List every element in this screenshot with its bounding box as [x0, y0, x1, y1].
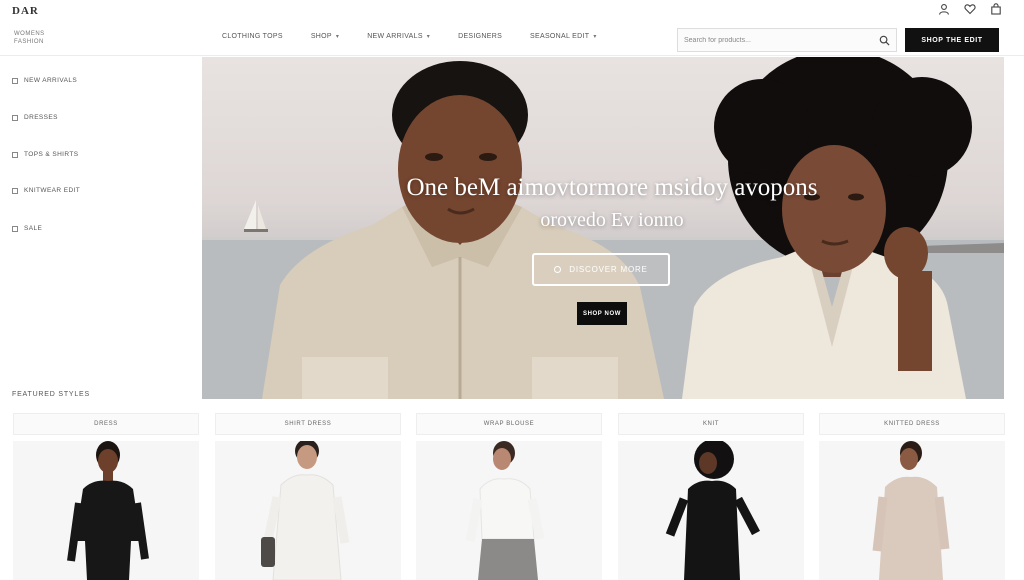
bag-icon[interactable]	[990, 3, 1002, 15]
sidebar-item-dresses[interactable]: DRESSES	[12, 114, 58, 121]
chevron-down-icon: ▾	[426, 34, 431, 40]
shop-now-button[interactable]: SHOP NOW	[577, 302, 627, 325]
category-sidebar: NEW ARRIVALS DRESSES TOPS & SHIRTS KNITW…	[0, 57, 200, 397]
sailboat-shape	[244, 200, 268, 232]
hero-banner: One beM aimovtormore msidoy avopons orov…	[202, 57, 1004, 399]
model-figure	[665, 441, 760, 580]
sidebar-item-label: TOPS & SHIRTS	[24, 151, 79, 158]
brand-tagline: WOMENS FASHION	[14, 31, 45, 45]
nav-label: DESIGNERS	[458, 33, 503, 40]
product-card[interactable]: DRESS	[13, 413, 199, 580]
header-icons	[938, 3, 1002, 15]
checkbox-icon	[12, 114, 18, 121]
search-box	[677, 28, 897, 52]
brand-logo[interactable]: DAR	[12, 5, 39, 17]
nav-shop[interactable]: SHOP ▾	[311, 33, 339, 40]
sidebar-item-label: KNITWEAR EDIT	[24, 187, 81, 194]
hero-headline: One beM aimovtormore msidoy avopons	[406, 174, 818, 201]
discover-more-button[interactable]: DISCOVER MORE	[532, 253, 670, 286]
sidebar-item-label: NEW ARRIVALS	[24, 77, 78, 84]
product-label[interactable]: KNIT	[618, 413, 804, 435]
product-image[interactable]	[416, 441, 602, 580]
nav-designers[interactable]: DESIGNERS	[458, 33, 502, 40]
model-figure	[67, 441, 149, 580]
sidebar-item-knitwear[interactable]: KNITWEAR EDIT	[12, 187, 80, 194]
checkbox-icon	[12, 77, 18, 84]
product-label[interactable]: KNITTED DRESS	[819, 413, 1005, 435]
sidebar-item-sale[interactable]: SALE	[12, 225, 42, 232]
nav-label: SEASONAL EDIT	[530, 33, 590, 40]
chevron-down-icon: ▾	[593, 34, 597, 40]
top-nav: CLOTHING TOPS SHOP ▾ NEW ARRIVALS ▾ DESIGN…	[222, 33, 597, 40]
nav-label: NEW ARRIVALS	[367, 33, 423, 40]
product-image[interactable]	[13, 441, 199, 580]
sidebar-item-label: SALE	[24, 225, 43, 232]
search-input[interactable]	[684, 33, 864, 48]
checkbox-icon	[12, 151, 18, 158]
nav-label: CLOTHING TOPS	[222, 33, 283, 40]
product-label[interactable]: WRAP BLOUSE	[416, 413, 602, 435]
site-header: DAR WOMENS FASHION CLOTHING TOPS SHOP ▾ N…	[0, 0, 1024, 56]
heart-icon[interactable]	[964, 3, 976, 15]
chevron-down-icon: ▾	[335, 34, 340, 40]
user-icon[interactable]	[938, 3, 950, 15]
sidebar-item-new-arrivals[interactable]: NEW ARRIVALS	[12, 77, 77, 84]
nav-new-arrivals[interactable]: NEW ARRIVALS ▾	[367, 33, 430, 40]
sidebar-item-label: DRESSES	[24, 114, 58, 121]
hero-subheadline: orovedo Ev ionno	[540, 209, 684, 231]
product-image[interactable]	[819, 441, 1005, 580]
sidebar-item-tops-shirts[interactable]: TOPS & SHIRTS	[12, 151, 78, 158]
checkbox-icon	[12, 187, 18, 194]
product-card[interactable]: WRAP BLOUSE	[416, 413, 602, 580]
product-image[interactable]	[215, 441, 401, 580]
checkbox-icon	[12, 225, 18, 232]
product-card[interactable]: KNITTED DRESS	[819, 413, 1005, 580]
search-icon[interactable]	[879, 35, 890, 46]
product-label[interactable]: SHIRT DRESS	[215, 413, 401, 435]
button-label: DISCOVER MORE	[569, 265, 648, 274]
nav-seasonal-edit[interactable]: SEASONAL EDIT ▾	[530, 33, 597, 40]
circle-icon	[554, 266, 562, 273]
section-title: FEATURED STYLES	[12, 391, 90, 398]
nav-label: SHOP	[310, 33, 332, 40]
model-figure	[261, 441, 350, 580]
product-card[interactable]: KNIT	[618, 413, 804, 580]
nav-clothing-tops[interactable]: CLOTHING TOPS	[222, 33, 283, 40]
model-figure	[872, 441, 950, 580]
product-card[interactable]: SHIRT DRESS	[215, 413, 401, 580]
product-label[interactable]: DRESS	[13, 413, 199, 435]
product-image[interactable]	[618, 441, 804, 580]
shop-the-edit-button[interactable]: SHOP THE EDIT	[905, 28, 999, 52]
model-figure	[465, 441, 545, 580]
